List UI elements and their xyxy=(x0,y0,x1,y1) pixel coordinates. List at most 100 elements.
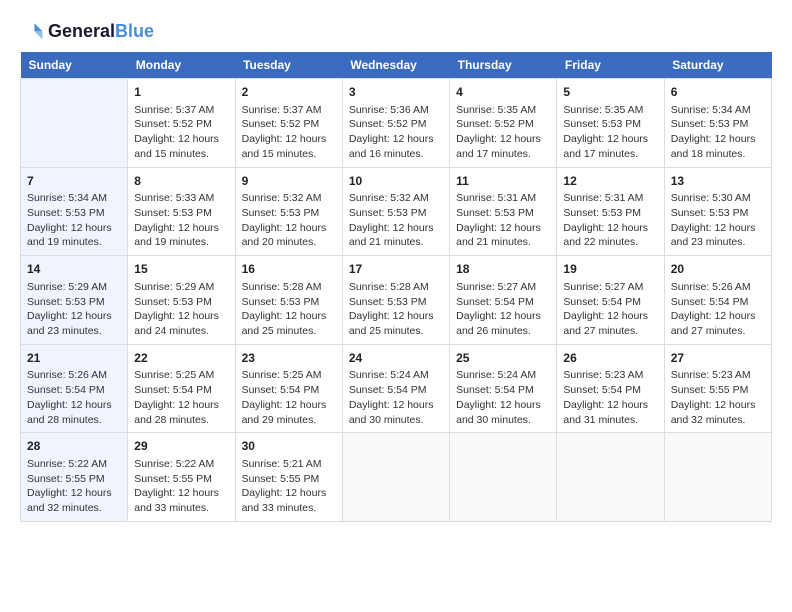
calendar-cell: 8 Sunrise: 5:33 AMSunset: 5:53 PMDayligh… xyxy=(128,167,235,256)
col-header-sunday: Sunday xyxy=(21,52,128,79)
calendar-header-row: SundayMondayTuesdayWednesdayThursdayFrid… xyxy=(21,52,772,79)
calendar-cell: 7 Sunrise: 5:34 AMSunset: 5:53 PMDayligh… xyxy=(21,167,128,256)
day-info: Sunrise: 5:28 AMSunset: 5:53 PMDaylight:… xyxy=(242,280,336,339)
week-row-4: 21 Sunrise: 5:26 AMSunset: 5:54 PMDaylig… xyxy=(21,344,772,433)
day-number: 29 xyxy=(134,438,228,455)
day-info: Sunrise: 5:24 AMSunset: 5:54 PMDaylight:… xyxy=(349,368,443,427)
calendar-cell: 14 Sunrise: 5:29 AMSunset: 5:53 PMDaylig… xyxy=(21,256,128,345)
week-row-1: 1 Sunrise: 5:37 AMSunset: 5:52 PMDayligh… xyxy=(21,79,772,168)
day-info: Sunrise: 5:27 AMSunset: 5:54 PMDaylight:… xyxy=(456,280,550,339)
day-info: Sunrise: 5:36 AMSunset: 5:52 PMDaylight:… xyxy=(349,103,443,162)
calendar-cell: 13 Sunrise: 5:30 AMSunset: 5:53 PMDaylig… xyxy=(664,167,771,256)
calendar-cell: 4 Sunrise: 5:35 AMSunset: 5:52 PMDayligh… xyxy=(450,79,557,168)
calendar-table: SundayMondayTuesdayWednesdayThursdayFrid… xyxy=(20,52,772,522)
week-row-3: 14 Sunrise: 5:29 AMSunset: 5:53 PMDaylig… xyxy=(21,256,772,345)
day-number: 16 xyxy=(242,261,336,278)
calendar-cell: 30 Sunrise: 5:21 AMSunset: 5:55 PMDaylig… xyxy=(235,433,342,522)
day-number: 5 xyxy=(563,84,657,101)
day-number: 28 xyxy=(27,438,121,455)
calendar-cell: 29 Sunrise: 5:22 AMSunset: 5:55 PMDaylig… xyxy=(128,433,235,522)
day-number: 23 xyxy=(242,350,336,367)
day-info: Sunrise: 5:29 AMSunset: 5:53 PMDaylight:… xyxy=(27,280,121,339)
calendar-cell: 21 Sunrise: 5:26 AMSunset: 5:54 PMDaylig… xyxy=(21,344,128,433)
day-info: Sunrise: 5:37 AMSunset: 5:52 PMDaylight:… xyxy=(242,103,336,162)
day-number: 20 xyxy=(671,261,765,278)
day-info: Sunrise: 5:22 AMSunset: 5:55 PMDaylight:… xyxy=(27,457,121,516)
day-info: Sunrise: 5:34 AMSunset: 5:53 PMDaylight:… xyxy=(27,191,121,250)
day-info: Sunrise: 5:26 AMSunset: 5:54 PMDaylight:… xyxy=(671,280,765,339)
calendar-cell: 11 Sunrise: 5:31 AMSunset: 5:53 PMDaylig… xyxy=(450,167,557,256)
day-number: 8 xyxy=(134,173,228,190)
calendar-cell: 27 Sunrise: 5:23 AMSunset: 5:55 PMDaylig… xyxy=(664,344,771,433)
logo-icon xyxy=(20,20,44,44)
calendar-cell: 28 Sunrise: 5:22 AMSunset: 5:55 PMDaylig… xyxy=(21,433,128,522)
day-number: 24 xyxy=(349,350,443,367)
calendar-cell: 25 Sunrise: 5:24 AMSunset: 5:54 PMDaylig… xyxy=(450,344,557,433)
day-number: 19 xyxy=(563,261,657,278)
day-number: 21 xyxy=(27,350,121,367)
day-info: Sunrise: 5:31 AMSunset: 5:53 PMDaylight:… xyxy=(563,191,657,250)
col-header-saturday: Saturday xyxy=(664,52,771,79)
day-info: Sunrise: 5:23 AMSunset: 5:54 PMDaylight:… xyxy=(563,368,657,427)
calendar-cell: 2 Sunrise: 5:37 AMSunset: 5:52 PMDayligh… xyxy=(235,79,342,168)
day-info: Sunrise: 5:24 AMSunset: 5:54 PMDaylight:… xyxy=(456,368,550,427)
day-info: Sunrise: 5:25 AMSunset: 5:54 PMDaylight:… xyxy=(134,368,228,427)
calendar-cell: 9 Sunrise: 5:32 AMSunset: 5:53 PMDayligh… xyxy=(235,167,342,256)
col-header-tuesday: Tuesday xyxy=(235,52,342,79)
calendar-cell: 23 Sunrise: 5:25 AMSunset: 5:54 PMDaylig… xyxy=(235,344,342,433)
calendar-cell: 15 Sunrise: 5:29 AMSunset: 5:53 PMDaylig… xyxy=(128,256,235,345)
logo: GeneralBlue xyxy=(20,20,154,44)
day-number: 22 xyxy=(134,350,228,367)
calendar-cell: 12 Sunrise: 5:31 AMSunset: 5:53 PMDaylig… xyxy=(557,167,664,256)
day-info: Sunrise: 5:35 AMSunset: 5:53 PMDaylight:… xyxy=(563,103,657,162)
day-info: Sunrise: 5:21 AMSunset: 5:55 PMDaylight:… xyxy=(242,457,336,516)
page-header: GeneralBlue xyxy=(20,20,772,44)
calendar-cell: 1 Sunrise: 5:37 AMSunset: 5:52 PMDayligh… xyxy=(128,79,235,168)
day-info: Sunrise: 5:31 AMSunset: 5:53 PMDaylight:… xyxy=(456,191,550,250)
day-number: 4 xyxy=(456,84,550,101)
day-info: Sunrise: 5:23 AMSunset: 5:55 PMDaylight:… xyxy=(671,368,765,427)
day-info: Sunrise: 5:22 AMSunset: 5:55 PMDaylight:… xyxy=(134,457,228,516)
calendar-cell xyxy=(557,433,664,522)
day-number: 9 xyxy=(242,173,336,190)
col-header-monday: Monday xyxy=(128,52,235,79)
day-number: 1 xyxy=(134,84,228,101)
day-info: Sunrise: 5:27 AMSunset: 5:54 PMDaylight:… xyxy=(563,280,657,339)
day-number: 26 xyxy=(563,350,657,367)
day-info: Sunrise: 5:37 AMSunset: 5:52 PMDaylight:… xyxy=(134,103,228,162)
calendar-cell: 19 Sunrise: 5:27 AMSunset: 5:54 PMDaylig… xyxy=(557,256,664,345)
day-number: 17 xyxy=(349,261,443,278)
calendar-cell: 24 Sunrise: 5:24 AMSunset: 5:54 PMDaylig… xyxy=(342,344,449,433)
day-number: 14 xyxy=(27,261,121,278)
day-number: 2 xyxy=(242,84,336,101)
day-info: Sunrise: 5:33 AMSunset: 5:53 PMDaylight:… xyxy=(134,191,228,250)
week-row-5: 28 Sunrise: 5:22 AMSunset: 5:55 PMDaylig… xyxy=(21,433,772,522)
day-info: Sunrise: 5:34 AMSunset: 5:53 PMDaylight:… xyxy=(671,103,765,162)
day-info: Sunrise: 5:29 AMSunset: 5:53 PMDaylight:… xyxy=(134,280,228,339)
day-info: Sunrise: 5:35 AMSunset: 5:52 PMDaylight:… xyxy=(456,103,550,162)
day-number: 30 xyxy=(242,438,336,455)
day-info: Sunrise: 5:32 AMSunset: 5:53 PMDaylight:… xyxy=(349,191,443,250)
calendar-cell: 22 Sunrise: 5:25 AMSunset: 5:54 PMDaylig… xyxy=(128,344,235,433)
calendar-cell: 6 Sunrise: 5:34 AMSunset: 5:53 PMDayligh… xyxy=(664,79,771,168)
calendar-cell: 5 Sunrise: 5:35 AMSunset: 5:53 PMDayligh… xyxy=(557,79,664,168)
calendar-cell: 17 Sunrise: 5:28 AMSunset: 5:53 PMDaylig… xyxy=(342,256,449,345)
day-info: Sunrise: 5:32 AMSunset: 5:53 PMDaylight:… xyxy=(242,191,336,250)
calendar-cell: 26 Sunrise: 5:23 AMSunset: 5:54 PMDaylig… xyxy=(557,344,664,433)
calendar-cell: 3 Sunrise: 5:36 AMSunset: 5:52 PMDayligh… xyxy=(342,79,449,168)
logo-text: GeneralBlue xyxy=(48,22,154,42)
calendar-cell xyxy=(664,433,771,522)
calendar-cell xyxy=(450,433,557,522)
day-number: 6 xyxy=(671,84,765,101)
day-number: 18 xyxy=(456,261,550,278)
calendar-cell xyxy=(21,79,128,168)
day-number: 11 xyxy=(456,173,550,190)
day-number: 27 xyxy=(671,350,765,367)
week-row-2: 7 Sunrise: 5:34 AMSunset: 5:53 PMDayligh… xyxy=(21,167,772,256)
day-info: Sunrise: 5:30 AMSunset: 5:53 PMDaylight:… xyxy=(671,191,765,250)
col-header-thursday: Thursday xyxy=(450,52,557,79)
calendar-cell: 16 Sunrise: 5:28 AMSunset: 5:53 PMDaylig… xyxy=(235,256,342,345)
day-number: 3 xyxy=(349,84,443,101)
col-header-wednesday: Wednesday xyxy=(342,52,449,79)
calendar-cell: 18 Sunrise: 5:27 AMSunset: 5:54 PMDaylig… xyxy=(450,256,557,345)
